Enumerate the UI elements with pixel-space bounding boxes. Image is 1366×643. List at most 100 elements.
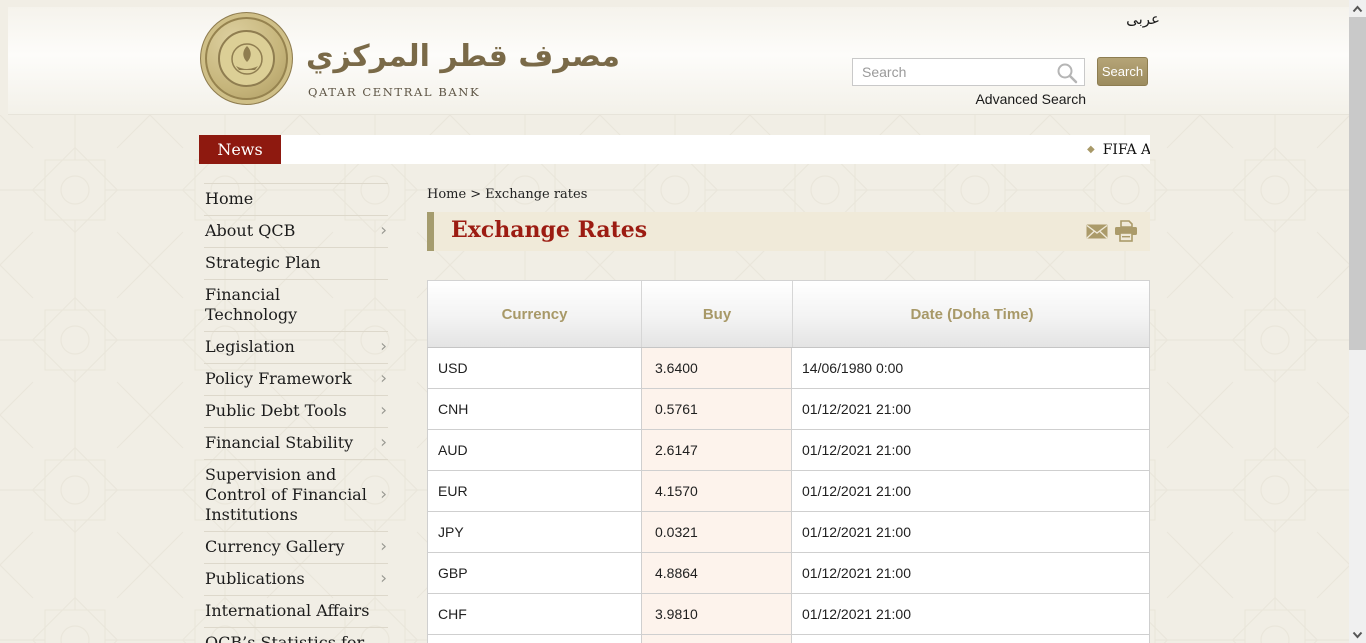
sidebar-item-label: Policy Framework [205,369,352,388]
cell-currency [428,635,641,643]
cell-currency: CHF [428,594,641,634]
sidebar-item-label: Financial Technology [205,285,297,324]
print-icon[interactable] [1114,220,1138,242]
cell-buy: 2.6147 [641,430,792,470]
chevron-right-icon: › [380,400,387,421]
cell-currency: USD [428,348,641,388]
language-switch-link[interactable]: عربى [1116,10,1160,28]
page-title: Exchange Rates [451,217,647,243]
cell-buy [641,635,792,643]
chevron-right-icon: › [380,536,387,557]
search-icon [1056,62,1078,84]
breadcrumb-separator: > [470,187,481,202]
news-ticker-item[interactable]: ◆ FIFA A [1087,135,1150,164]
browser-viewport: مصرف قطر المركزي QATAR CENTRAL BANK عربى… [0,0,1366,643]
search-input[interactable] [852,58,1085,86]
column-header-buy: Buy [641,281,792,347]
diamond-bullet-icon: ◆ [1087,144,1095,155]
cell-buy: 3.6400 [641,348,792,388]
qcb-logo-seal[interactable] [200,12,293,105]
column-header-currency: Currency [428,281,641,347]
vertical-scrollbar[interactable] [1349,0,1366,643]
title-accent-bar [427,212,434,251]
chevron-right-icon: › [380,484,387,505]
sidebar-item-policy-framework[interactable]: Policy Framework › [204,364,388,396]
chevron-right-icon: › [380,336,387,357]
sidebar-item-label: Strategic Plan [205,253,321,272]
sidebar-item-label: Supervision and Control of Financial Ins… [205,465,367,524]
chevron-right-icon: › [380,568,387,589]
site-header: مصرف قطر المركزي QATAR CENTRAL BANK عربى… [8,7,1349,115]
cell-buy: 4.1570 [641,471,792,511]
advanced-search-link[interactable]: Advanced Search [971,91,1086,107]
sidebar-item-label: Publications [205,569,305,588]
table-row-gbp: GBP 4.8864 01/12/2021 21:00 [427,553,1150,594]
sidebar-item-label: QCB’s Statistics for Data Dissemination … [205,633,364,643]
table-row-aud: AUD 2.6147 01/12/2021 21:00 [427,430,1150,471]
sidebar-item-label: Currency Gallery [205,537,344,556]
cell-date: 01/12/2021 21:00 [792,553,1151,593]
sidebar-item-label: Financial Stability [205,433,353,452]
cell-buy: 4.8864 [641,553,792,593]
logo-arabic-calligraphy: مصرف قطر المركزي [306,29,496,85]
cell-date: 01/12/2021 21:00 [792,594,1151,634]
qcb-logo-emblem [218,30,275,87]
sidebar-item-home[interactable]: Home [204,184,388,216]
cell-date: 01/12/2021 21:00 [792,389,1151,429]
search-button[interactable]: Search [1097,57,1148,86]
table-row-jpy: JPY 0.0321 01/12/2021 21:00 [427,512,1150,553]
dhow-emblem-icon [230,42,264,76]
cell-date [792,635,1151,643]
sidebar-item-label: About QCB [205,221,295,240]
sidebar-item-label: Legislation [205,337,295,356]
news-ticker: ◆ FIFA A [281,135,1150,164]
scroll-up-button[interactable] [1349,0,1366,17]
sidebar-item-financial-stability[interactable]: Financial Stability › [204,428,388,460]
chevron-right-icon: › [380,368,387,389]
cell-currency: JPY [428,512,641,552]
scroll-down-button[interactable] [1349,626,1366,643]
cell-date: 01/12/2021 21:00 [792,430,1151,470]
cell-currency: EUR [428,471,641,511]
sidebar-item-international-affairs[interactable]: International Affairs [204,596,388,628]
cell-date: 01/12/2021 21:00 [792,471,1151,511]
sidebar-item-label: Home [205,189,253,208]
cell-buy: 0.5761 [641,389,792,429]
cell-date: 14/06/1980 0:00 [792,348,1151,388]
sidebar-item-currency-gallery[interactable]: Currency Gallery › [204,532,388,564]
scroll-up-icon [1352,5,1363,13]
cell-buy: 0.0321 [641,512,792,552]
breadcrumb-home-link[interactable]: Home [427,187,466,202]
news-bar-label: News [199,135,281,164]
scroll-down-icon [1352,631,1363,639]
sidebar-item-label: Public Debt Tools [205,401,347,420]
cell-date: 01/12/2021 21:00 [792,512,1151,552]
sidebar-item-supervision[interactable]: Supervision and Control of Financial Ins… [204,460,388,532]
chevron-right-icon: › [380,432,387,453]
table-row-chf: CHF 3.9810 01/12/2021 21:00 [427,594,1150,635]
email-icon[interactable] [1086,224,1108,239]
table-row-eur: EUR 4.1570 01/12/2021 21:00 [427,471,1150,512]
exchange-rates-table: Currency Buy Date (Doha Time) USD 3.6400… [427,280,1150,643]
news-ticker-text: FIFA A [1103,142,1150,158]
table-row-usd: USD 3.6400 14/06/1980 0:00 [427,348,1150,389]
cell-currency: CNH [428,389,641,429]
sidebar-item-public-debt-tools[interactable]: Public Debt Tools › [204,396,388,428]
sidebar-item-financial-technology[interactable]: Financial Technology [204,280,388,332]
page-title-bar: Exchange Rates [427,212,1150,251]
cell-currency: AUD [428,430,641,470]
cell-buy: 3.9810 [641,594,792,634]
sidebar-item-about-qcb[interactable]: About QCB › [204,216,388,248]
sidebar-item-publications[interactable]: Publications › [204,564,388,596]
scrollbar-thumb[interactable] [1349,17,1366,350]
sidebar-nav: Home About QCB › Strategic Plan Financia… [204,183,388,643]
sidebar-item-qcb-statistics[interactable]: QCB’s Statistics for Data Dissemination … [204,628,388,643]
breadcrumb-current: Exchange rates [485,187,587,202]
sidebar-item-legislation[interactable]: Legislation › [204,332,388,364]
breadcrumb: Home > Exchange rates [427,187,587,202]
chevron-right-icon: › [380,220,387,241]
table-header-row: Currency Buy Date (Doha Time) [427,280,1150,348]
sidebar-item-strategic-plan[interactable]: Strategic Plan [204,248,388,280]
column-header-date: Date (Doha Time) [792,281,1151,347]
cell-currency: GBP [428,553,641,593]
